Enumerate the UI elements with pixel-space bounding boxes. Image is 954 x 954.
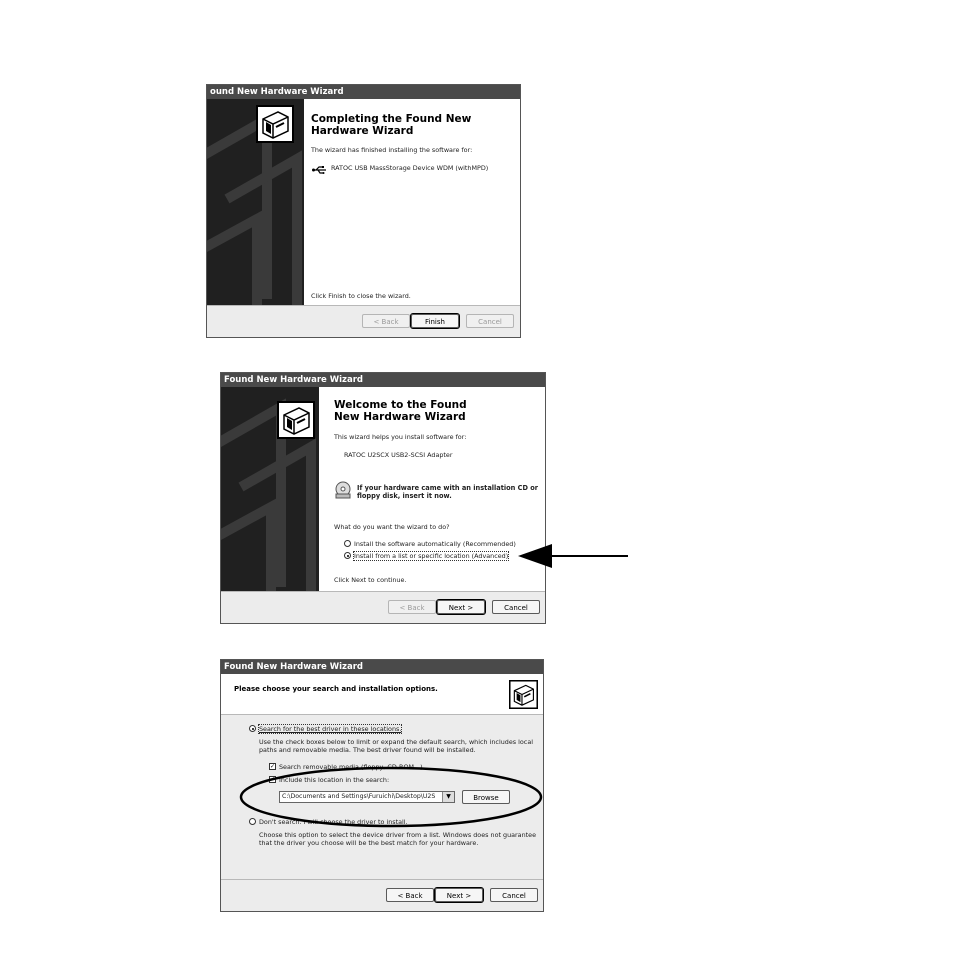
wizard-window-welcome: Found New Hardware Wizard Welcome to the… [220, 372, 546, 624]
option-search-label: Search for the best driver in these loca… [257, 724, 403, 734]
hardware-wizard-icon [256, 105, 294, 143]
wizard-footer: < Back Next > Cancel [221, 591, 545, 623]
window-title: Found New Hardware Wizard [221, 373, 545, 387]
radio-install-from-list[interactable] [344, 552, 351, 559]
usb-icon [312, 166, 326, 174]
search-description: Use the check boxes below to limit or ex… [259, 738, 534, 754]
dont-search-description: Choose this option to select the device … [259, 831, 536, 847]
wizard-heading: Completing the Found New Hardware Wizard [311, 113, 472, 137]
next-button[interactable]: Next > [434, 887, 484, 903]
window-title: ound New Hardware Wizard [207, 85, 520, 99]
wizard-intro-text: The wizard has finished installing the s… [311, 146, 473, 154]
option-install-from-list-label: Install from a list or specific location… [352, 551, 510, 561]
cd-insert-note: If your hardware came with an installati… [357, 484, 539, 500]
window-title: Found New Hardware Wizard [221, 660, 543, 674]
wizard-heading: Please choose your search and installati… [234, 685, 438, 693]
radio-search-best-driver[interactable] [249, 725, 256, 732]
wizard-content: Welcome to the Found New Hardware Wizard… [277, 387, 545, 592]
wizard-footer: < Back Finish Cancel [207, 305, 520, 337]
cd-icon [335, 481, 351, 499]
finish-button[interactable]: Finish [410, 313, 460, 329]
wizard-content: Completing the Found New Hardware Wizard… [256, 99, 520, 306]
device-name: RATOC U2SCX USB2-SCSI Adapter [344, 451, 453, 459]
ellipse-highlight [239, 766, 543, 828]
device-name: RATOC USB MassStorage Device WDM (withMP… [331, 164, 489, 172]
arrow-pointer [518, 544, 628, 568]
wizard-footer: < Back Next > Cancel [221, 879, 543, 911]
finish-instruction: Click Finish to close the wizard. [311, 292, 411, 300]
continue-instruction: Click Next to continue. [334, 576, 407, 584]
hardware-wizard-icon [509, 680, 538, 709]
wizard-window-completing: ound New Hardware Wizard Completing the … [206, 84, 521, 338]
wizard-question: What do you want the wizard to do? [334, 523, 450, 531]
option-install-automatic-label: Install the software automatically (Reco… [354, 540, 516, 548]
wizard-header: Please choose your search and installati… [221, 674, 543, 715]
back-button[interactable]: < Back [386, 888, 434, 902]
cancel-button[interactable]: Cancel [466, 314, 514, 328]
radio-install-automatic[interactable] [344, 540, 351, 547]
wizard-intro-text: This wizard helps you install software f… [334, 433, 467, 441]
cancel-button[interactable]: Cancel [490, 888, 538, 902]
hardware-wizard-icon [277, 401, 315, 439]
back-button[interactable]: < Back [388, 600, 436, 614]
cancel-button[interactable]: Cancel [492, 600, 540, 614]
wizard-heading: Welcome to the Found New Hardware Wizard [334, 399, 467, 423]
back-button[interactable]: < Back [362, 314, 410, 328]
next-button[interactable]: Next > [436, 599, 486, 615]
